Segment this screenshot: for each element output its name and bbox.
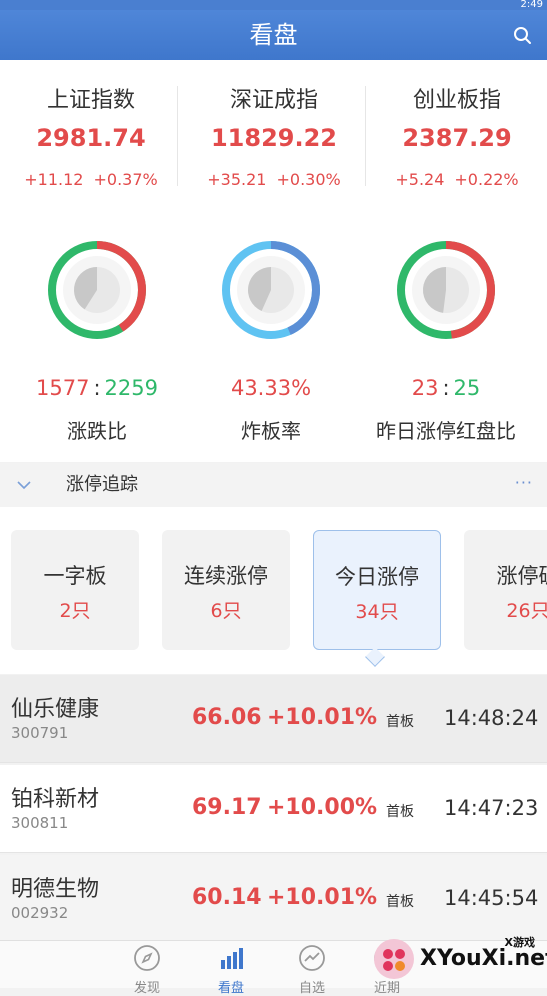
tile-name: 一字板: [43, 564, 107, 588]
rise-fall-ring: [48, 241, 146, 339]
stock-name: 铂科新材: [11, 787, 100, 812]
index-change: +35.21 +0.30%: [183, 170, 365, 189]
index-change-value: +35.21: [207, 170, 267, 189]
stock-code: 300791: [11, 724, 69, 742]
rise-fall-value: 1577:2259: [36, 376, 158, 400]
section-title: 涨停追踪: [66, 474, 138, 495]
green-count: 25: [453, 376, 481, 400]
stock-tag: 首板: [386, 804, 414, 820]
index-price: 2387.29: [402, 124, 512, 152]
compass-icon: [134, 945, 160, 971]
index-price: 2981.74: [36, 124, 146, 152]
gauge-break-rate[interactable]: 43.33% 炸板率: [180, 210, 362, 462]
watermark-text: XYouXi.net: [420, 946, 547, 971]
market-gauges: 1577:2259 涨跌比 43.33% 炸板率 23:25 昨日涨停红盘比: [0, 210, 547, 462]
stock-price: 69.17: [192, 795, 262, 820]
break-rate-value: 43.33%: [230, 376, 312, 400]
more-icon[interactable]: ···: [515, 463, 533, 503]
stock-pct: +10.01%: [267, 885, 378, 910]
gauge-label: 涨跌比: [67, 419, 127, 443]
status-bar: 2:49: [0, 0, 547, 10]
stock-code: 002932: [11, 904, 69, 922]
index-change-pct: +0.30%: [276, 170, 341, 189]
stock-price: 66.06: [192, 705, 262, 730]
tile-count: 26只: [506, 600, 547, 622]
yesterday-ring: [397, 241, 495, 339]
watermark: X游戏 XYouXi.net: [370, 928, 547, 988]
index-card-shenzhen[interactable]: 深证成指 11829.22 +35.21 +0.30%: [183, 60, 365, 210]
tile-count: 2只: [59, 600, 91, 622]
tile-count: 34只: [355, 601, 399, 623]
index-change-value: +5.24: [395, 170, 445, 189]
bar-chart-icon: [221, 948, 243, 969]
rise-count: 1577: [36, 376, 90, 400]
gauge-label: 炸板率: [241, 419, 301, 443]
status-time: 2:49: [520, 0, 543, 10]
tab-watchlist[interactable]: 自选: [272, 941, 352, 996]
tile-name: 涨停破: [496, 564, 547, 588]
app-header: 看盘: [0, 10, 547, 60]
trend-icon: [299, 945, 325, 971]
tile-name: 连续涨停: [184, 564, 268, 588]
tab-label: 发现: [133, 981, 160, 996]
tile-one-word-board[interactable]: 一字板 2只: [11, 530, 139, 650]
gauge-yesterday-red[interactable]: 23:25 昨日涨停红盘比: [355, 210, 537, 462]
stock-list: 仙乐健康 300791 66.06 +10.01% 首板 14:48:24 铂科…: [0, 675, 547, 943]
tile-broken[interactable]: 涨停破 26只: [464, 530, 547, 650]
index-change: +11.12 +0.37%: [0, 170, 182, 189]
stock-name: 明德生物: [11, 877, 100, 902]
watermark-logo: [374, 939, 414, 979]
stock-time: 14:45:54: [444, 886, 539, 910]
search-icon[interactable]: [511, 24, 535, 48]
stock-tag: 首板: [386, 894, 414, 910]
index-change: +5.24 +0.22%: [366, 170, 547, 189]
stock-price: 60.14: [192, 885, 262, 910]
index-name: 上证指数: [46, 88, 135, 113]
tab-market[interactable]: 看盘: [191, 941, 271, 996]
stock-pct: +10.01%: [267, 705, 378, 730]
gauge-label: 昨日涨停红盘比: [376, 419, 516, 443]
tab-discover[interactable]: 发现: [107, 941, 187, 996]
index-card-shanghai[interactable]: 上证指数 2981.74 +11.12 +0.37%: [0, 60, 182, 210]
tile-count: 6只: [210, 600, 242, 622]
gauge-rise-fall[interactable]: 1577:2259 涨跌比: [6, 210, 188, 462]
tab-label: 看盘: [217, 981, 244, 996]
index-price: 11829.22: [210, 124, 337, 152]
section-limit-up-tracking[interactable]: 涨停追踪 ···: [0, 463, 547, 507]
table-row[interactable]: 仙乐健康 300791 66.06 +10.01% 首板 14:48:24: [0, 675, 547, 763]
index-change-value: +11.12: [24, 170, 84, 189]
page-title: 看盘: [249, 21, 298, 49]
index-name: 深证成指: [229, 88, 318, 113]
stock-time: 14:47:23: [444, 796, 539, 820]
stock-time: 14:48:24: [444, 706, 539, 730]
index-panel: 上证指数 2981.74 +11.12 +0.37% 深证成指 11829.22 …: [0, 60, 547, 210]
stock-code: 300811: [11, 814, 69, 832]
index-card-chinext[interactable]: 创业板指 2387.29 +5.24 +0.22%: [366, 60, 547, 210]
yesterday-value: 23:25: [411, 376, 481, 400]
selected-pointer: [365, 647, 385, 667]
tile-name: 今日涨停: [335, 565, 419, 589]
tile-consecutive[interactable]: 连续涨停 6只: [162, 530, 290, 650]
index-name: 创业板指: [412, 88, 501, 113]
table-row[interactable]: 铂科新材 300811 69.17 +10.00% 首板 14:47:23: [0, 765, 547, 853]
index-change-pct: +0.22%: [454, 170, 519, 189]
tab-label: 自选: [298, 981, 325, 996]
red-count: 23: [411, 376, 439, 400]
fall-count: 2259: [104, 376, 158, 400]
stock-name: 仙乐健康: [11, 697, 100, 722]
stock-tag: 首板: [386, 714, 414, 730]
divider: [177, 86, 178, 186]
index-change-pct: +0.37%: [93, 170, 158, 189]
limit-up-tiles: 一字板 2只 连续涨停 6只 今日涨停 34只 涨停破 26只: [0, 507, 547, 674]
chevron-down-icon[interactable]: [16, 479, 32, 491]
break-rate-ring: [222, 241, 320, 339]
tile-today-limit-up[interactable]: 今日涨停 34只: [313, 530, 441, 650]
stock-pct: +10.00%: [267, 795, 378, 820]
